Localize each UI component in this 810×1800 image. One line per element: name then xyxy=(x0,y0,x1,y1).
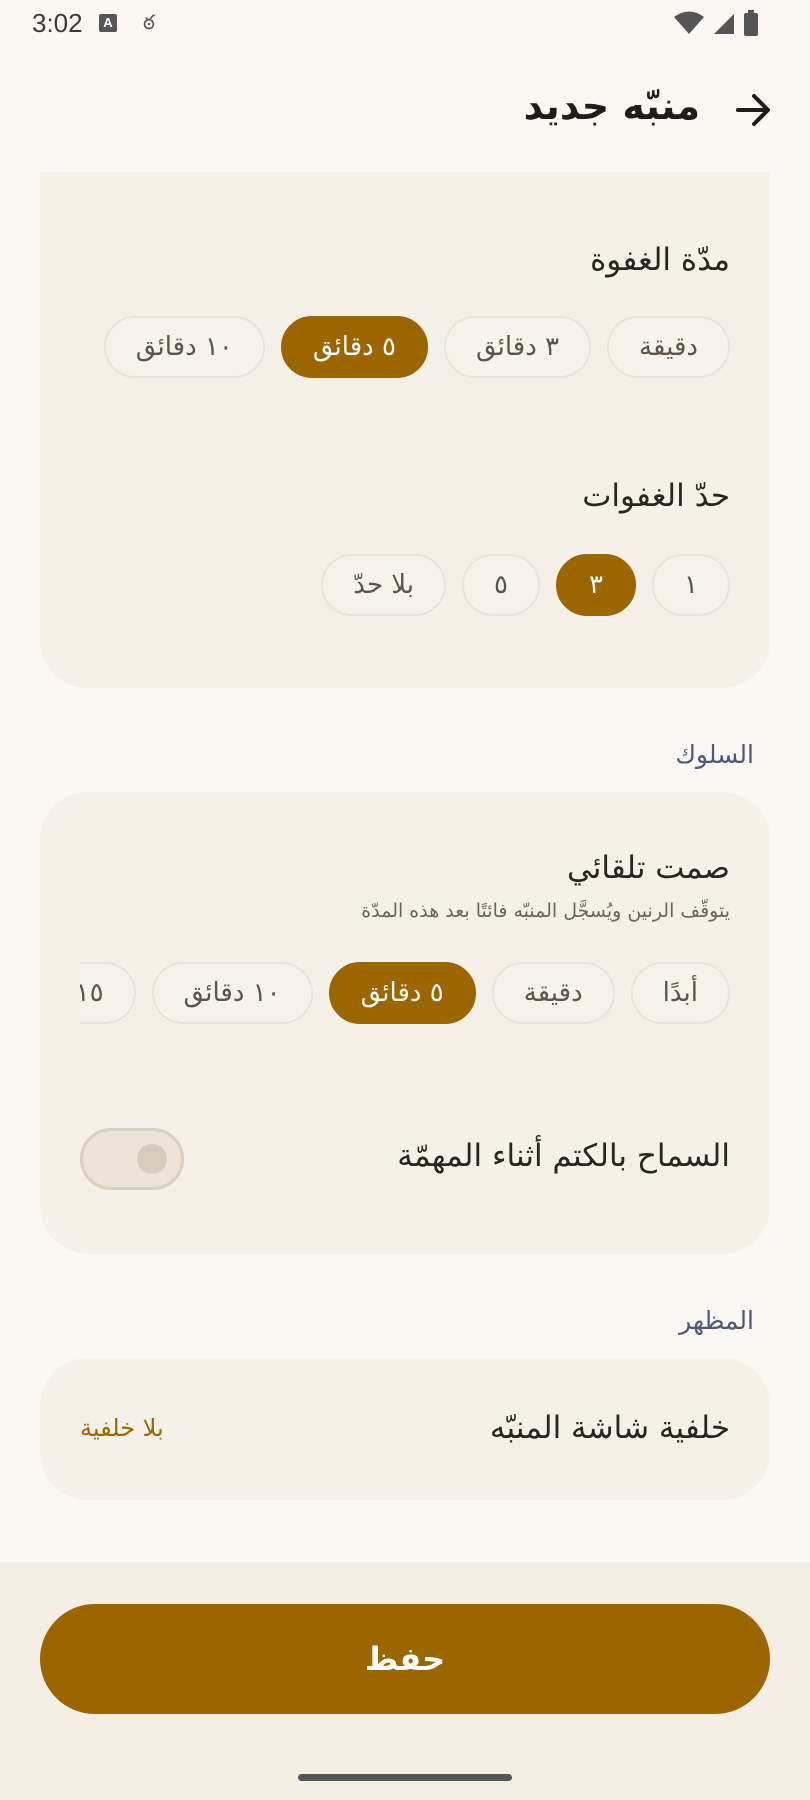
snooze-limit-label: حدّ الغفوات xyxy=(582,478,730,514)
background-label: خلفية شاشة المنبّه xyxy=(489,1410,730,1446)
bottom-bar: حفظ xyxy=(0,1562,810,1800)
notification-glyph-icon: ఠ xyxy=(143,10,155,34)
battery-icon xyxy=(744,10,758,36)
option-chip[interactable]: ١ xyxy=(652,554,730,616)
option-chip[interactable]: ١٠ دقائق xyxy=(103,316,265,378)
option-chip[interactable]: دقيقة xyxy=(491,962,615,1024)
page-title: منبّه جديد xyxy=(523,84,700,128)
notification-a-icon: A xyxy=(99,14,117,32)
allow-mute-toggle[interactable] xyxy=(80,1128,184,1190)
option-chip[interactable]: ١٥ د xyxy=(80,962,136,1024)
option-chip[interactable]: أبدًا xyxy=(630,962,730,1024)
back-button[interactable] xyxy=(730,86,778,134)
allow-mute-label: السماح بالكتم أثناء المهمّة xyxy=(397,1138,730,1174)
save-button[interactable]: حفظ xyxy=(40,1604,770,1714)
behavior-section-title: السلوك xyxy=(675,740,754,769)
snooze-duration-label: مدّة الغفوة xyxy=(590,242,730,278)
snooze-card: مدّة الغفوة دقيقة ٣ دقائق ٥ دقائق ١٠ دقائق … xyxy=(40,172,770,688)
appearance-section-title: المظهر xyxy=(679,1306,754,1335)
snooze-duration-chips[interactable]: دقيقة ٣ دقائق ٥ دقائق ١٠ دقائق xyxy=(80,316,730,380)
option-chip[interactable]: ٥ دقائق xyxy=(328,962,476,1024)
option-chip[interactable]: بلا حدّ xyxy=(321,554,447,616)
cell-signal-icon xyxy=(714,14,734,34)
auto-silence-description: يتوقّف الرنين ويُسجَّل المنبّه فائتًا بع… xyxy=(361,900,730,922)
toggle-knob xyxy=(137,1144,167,1174)
option-chip[interactable]: ٥ xyxy=(462,554,541,616)
option-chip[interactable]: ٥ دقائق xyxy=(280,316,428,378)
snooze-limit-chips[interactable]: ١ ٣ ٥ بلا حدّ xyxy=(80,554,730,618)
arrow-forward-icon xyxy=(736,94,770,126)
appearance-card[interactable]: خلفية شاشة المنبّه بلا خلفية xyxy=(40,1358,770,1500)
status-icons xyxy=(674,10,758,36)
auto-silence-label: صمت تلقائي xyxy=(566,850,730,886)
option-chip[interactable]: ١٠ دقائق xyxy=(151,962,313,1024)
home-indicator[interactable] xyxy=(298,1774,512,1781)
status-time: 3:02 xyxy=(32,8,83,38)
background-value[interactable]: بلا خلفية xyxy=(80,1414,164,1442)
status-bar: 3:02 A ఠ xyxy=(0,0,810,50)
behavior-card: صمت تلقائي يتوقّف الرنين ويُسجَّل المنبّ… xyxy=(40,792,770,1254)
option-chip[interactable]: ٣ xyxy=(556,554,637,616)
option-chip[interactable]: ٣ دقائق xyxy=(443,316,592,378)
wifi-icon xyxy=(674,11,704,34)
screen: 3:02 A ఠ منبّه جديد مدّة الغفوة دقيقة ٣ … xyxy=(0,0,810,1800)
auto-silence-chips[interactable]: أبدًادقيقة٥ دقائق١٠ دقائق ١٥ د xyxy=(80,962,730,1026)
top-app-bar: منبّه جديد xyxy=(0,70,810,150)
option-chip[interactable]: دقيقة xyxy=(607,316,730,378)
